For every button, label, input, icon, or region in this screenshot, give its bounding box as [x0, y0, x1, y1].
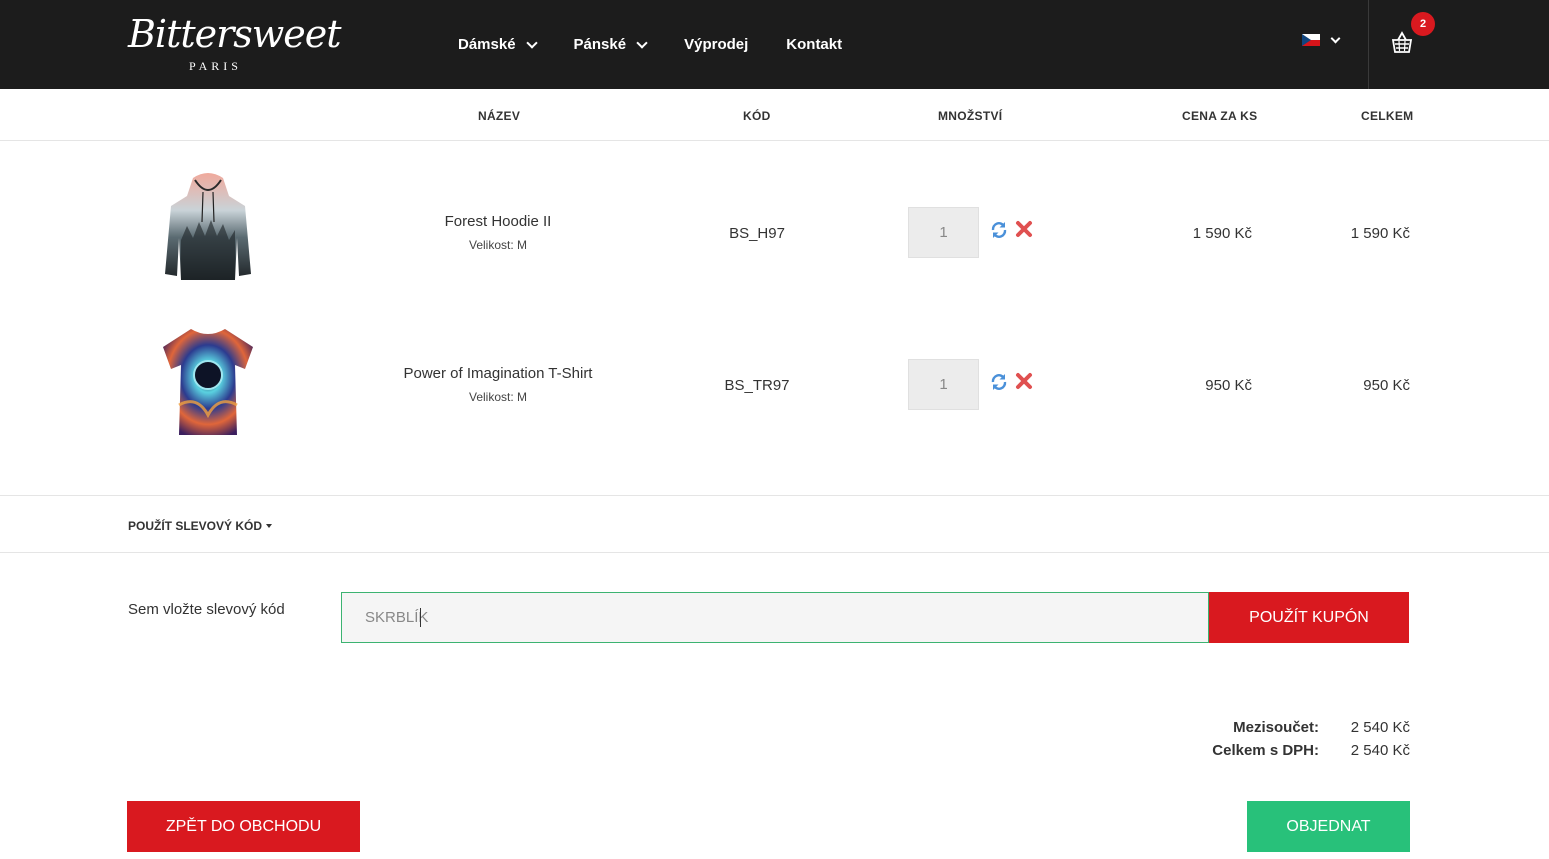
language-selector[interactable] [1302, 33, 1341, 46]
column-header-total: CELKEM [1361, 109, 1414, 123]
order-button[interactable]: OBJEDNAT [1247, 801, 1410, 852]
quantity-input[interactable]: 1 [908, 359, 979, 410]
nav-item-label: Výprodej [684, 36, 749, 53]
logo-wordmark: Bittersweet [128, 12, 342, 56]
logo-subtitle: PARIS [189, 59, 242, 73]
main-nav: Dámské Pánské Výprodej Kontakt [458, 0, 880, 89]
nav-item-panske[interactable]: Pánské [573, 36, 648, 53]
cart-row: Power of Imagination T-Shirt Velikost: M… [0, 307, 1549, 459]
cz-flag-icon [1302, 34, 1320, 46]
refresh-icon[interactable] [990, 373, 1008, 391]
row-total: 950 Kč [1363, 377, 1410, 394]
coupon-input[interactable] [341, 592, 1209, 643]
cart-row: Forest Hoodie II Velikost: M BS_H97 1 1 … [0, 155, 1549, 307]
caret-down-icon [266, 524, 273, 528]
nav-item-label: Pánské [573, 36, 627, 53]
cart-table-header: NÁZEV KÓD MNOŽSTVÍ CENA ZA KS CELKEM [0, 89, 1549, 141]
nav-item-damske[interactable]: Dámské [458, 36, 538, 53]
refresh-icon[interactable] [990, 221, 1008, 239]
section-divider [0, 552, 1549, 553]
product-name[interactable]: Forest Hoodie II [350, 213, 646, 230]
brand-logo[interactable]: Bittersweet PARIS [128, 12, 342, 74]
product-size: Velikost: M [468, 238, 528, 252]
basket-icon[interactable] [1392, 30, 1412, 54]
column-header-unit-price: CENA ZA KS [1182, 109, 1258, 123]
remove-icon[interactable] [1015, 220, 1033, 238]
header-divider [1368, 0, 1369, 89]
product-code: BS_H97 [729, 225, 785, 242]
text-cursor [420, 608, 421, 627]
column-header-name: NÁZEV [478, 109, 521, 123]
site-header: Bittersweet PARIS Dámské Pánské Výprodej… [0, 0, 1549, 89]
product-image-hoodie[interactable] [157, 170, 259, 284]
back-to-shop-button[interactable]: ZPĚT DO OBCHODU [127, 801, 360, 852]
chevron-down-icon [1330, 33, 1341, 43]
section-divider [0, 495, 1549, 496]
remove-icon[interactable] [1015, 372, 1033, 390]
product-size: Velikost: M [468, 390, 528, 404]
coupon-toggle-label: POUŽÍT SLEVOVÝ KÓD [128, 519, 263, 533]
unit-price: 1 590 Kč [1192, 225, 1252, 242]
product-image-tshirt[interactable] [157, 325, 259, 439]
product-code: BS_TR97 [724, 377, 790, 394]
cart-count-badge: 2 [1411, 12, 1435, 36]
nav-item-vyprodej[interactable]: Výprodej [684, 36, 748, 53]
chevron-down-icon [525, 36, 538, 49]
quantity-input[interactable]: 1 [908, 207, 979, 258]
apply-coupon-button[interactable]: POUŽÍT KUPÓN [1209, 592, 1409, 643]
total-value: 2 540 Kč [1350, 742, 1410, 759]
total-label: Celkem s DPH: [1212, 742, 1319, 759]
unit-price: 950 Kč [1205, 377, 1252, 394]
subtotal-value: 2 540 Kč [1350, 719, 1410, 736]
column-header-quantity: MNOŽSTVÍ [938, 109, 1003, 123]
coupon-field-label: Sem vložte slevový kód [128, 601, 285, 618]
chevron-down-icon [636, 36, 648, 49]
row-total: 1 590 Kč [1350, 225, 1410, 242]
product-name[interactable]: Power of Imagination T-Shirt [350, 365, 646, 382]
coupon-toggle[interactable]: POUŽÍT SLEVOVÝ KÓD [128, 519, 273, 533]
nav-item-kontakt[interactable]: Kontakt [786, 36, 842, 53]
nav-item-label: Dámské [458, 36, 516, 53]
column-header-code: KÓD [743, 109, 771, 123]
subtotal-label: Mezisoučet: [1233, 719, 1319, 736]
nav-item-label: Kontakt [786, 36, 843, 53]
